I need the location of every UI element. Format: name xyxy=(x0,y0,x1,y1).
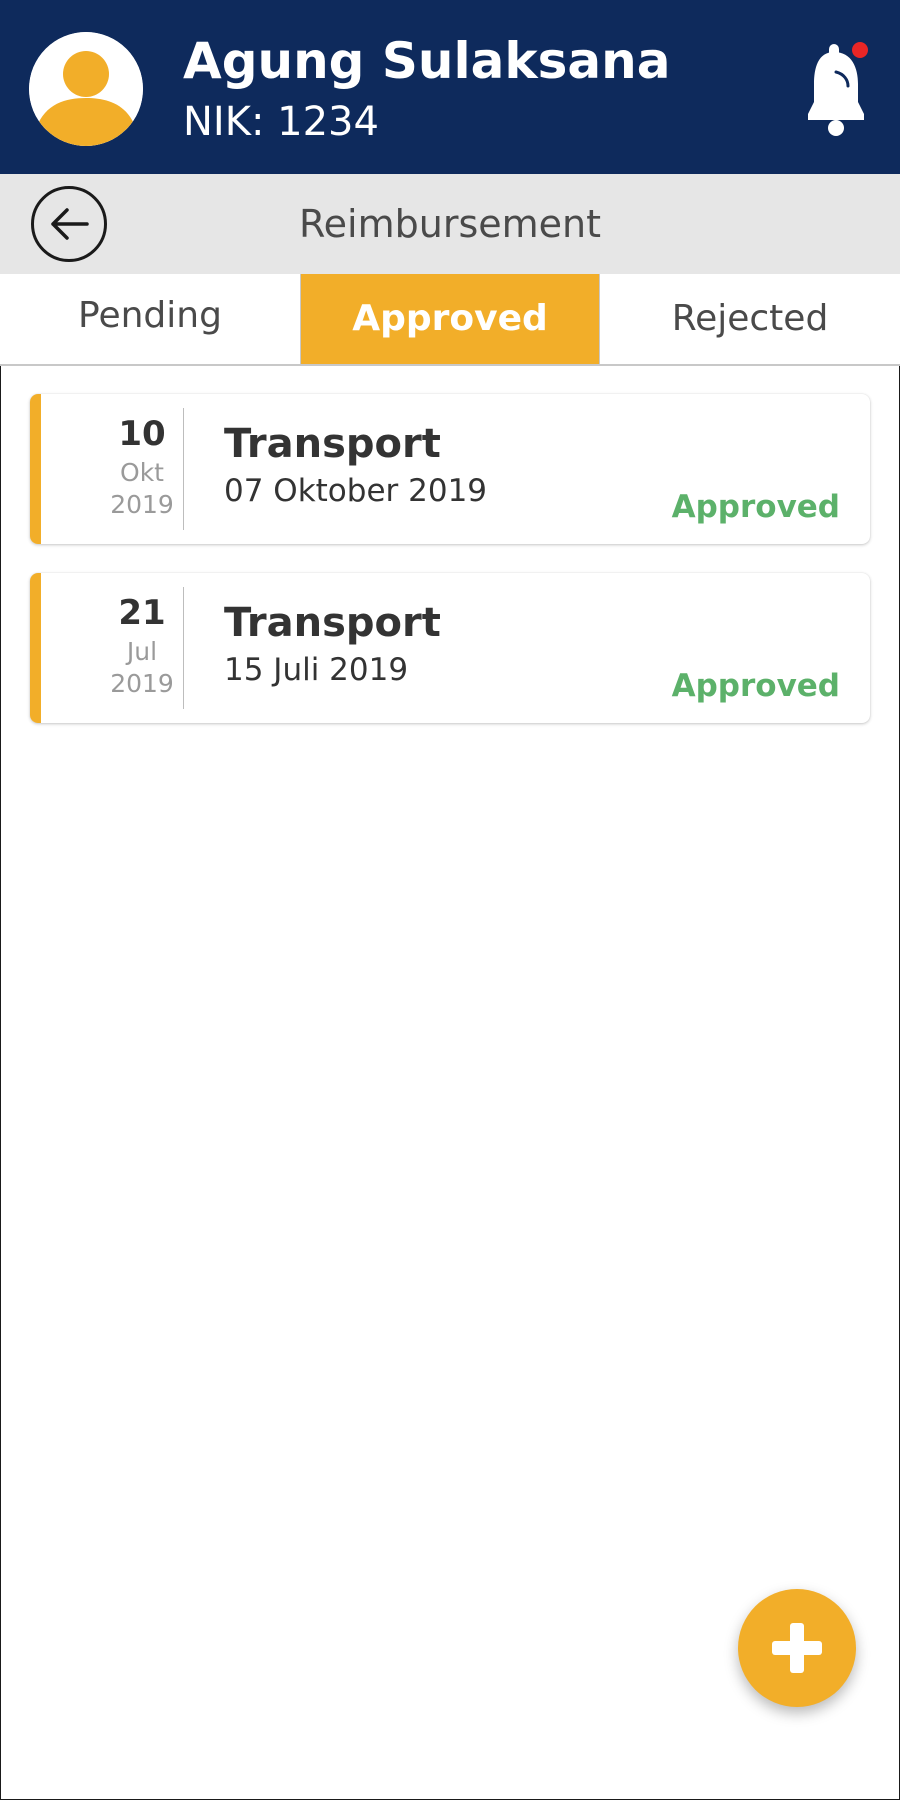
card-accent xyxy=(30,573,41,723)
tab-approved[interactable]: Approved xyxy=(300,274,600,364)
tab-rejected[interactable]: Rejected xyxy=(600,274,900,364)
card-title: Transport xyxy=(224,600,441,646)
card-divider xyxy=(183,587,184,709)
user-avatar-icon[interactable] xyxy=(29,32,143,146)
arrow-left-icon xyxy=(51,208,89,240)
tab-pending[interactable]: Pending xyxy=(0,274,300,364)
status-badge: Approved xyxy=(671,668,840,704)
plus-icon xyxy=(772,1623,822,1673)
back-button[interactable] xyxy=(31,186,107,262)
card-day: 21 xyxy=(118,593,166,633)
card-year: 2019 xyxy=(110,669,174,698)
reimbursement-card[interactable]: 21 Jul 2019 Transport 15 Juli 2019 Appro… xyxy=(30,573,870,723)
card-month: Jul xyxy=(126,637,158,666)
add-reimbursement-button[interactable] xyxy=(738,1589,856,1707)
status-badge: Approved xyxy=(671,489,840,525)
card-date: 15 Juli 2019 xyxy=(224,652,409,688)
card-title: Transport xyxy=(224,421,441,467)
page-title: Reimbursement xyxy=(298,202,602,246)
card-date: 07 Oktober 2019 xyxy=(224,473,488,509)
card-day: 10 xyxy=(118,414,166,454)
profile-header: Agung Sulaksana NIK: 1234 xyxy=(0,0,900,174)
reimbursement-card[interactable]: 10 Okt 2019 Transport 07 Oktober 2019 Ap… xyxy=(30,394,870,544)
user-name: Agung Sulaksana xyxy=(183,32,671,90)
status-tabs: Pending Approved Rejected xyxy=(0,274,900,366)
card-accent xyxy=(30,394,41,544)
bell-icon[interactable] xyxy=(806,40,872,140)
card-month: Okt xyxy=(120,458,164,487)
user-nik: NIK: 1234 xyxy=(183,99,379,145)
notification-dot xyxy=(852,42,868,58)
card-year: 2019 xyxy=(110,490,174,519)
card-divider xyxy=(183,408,184,530)
